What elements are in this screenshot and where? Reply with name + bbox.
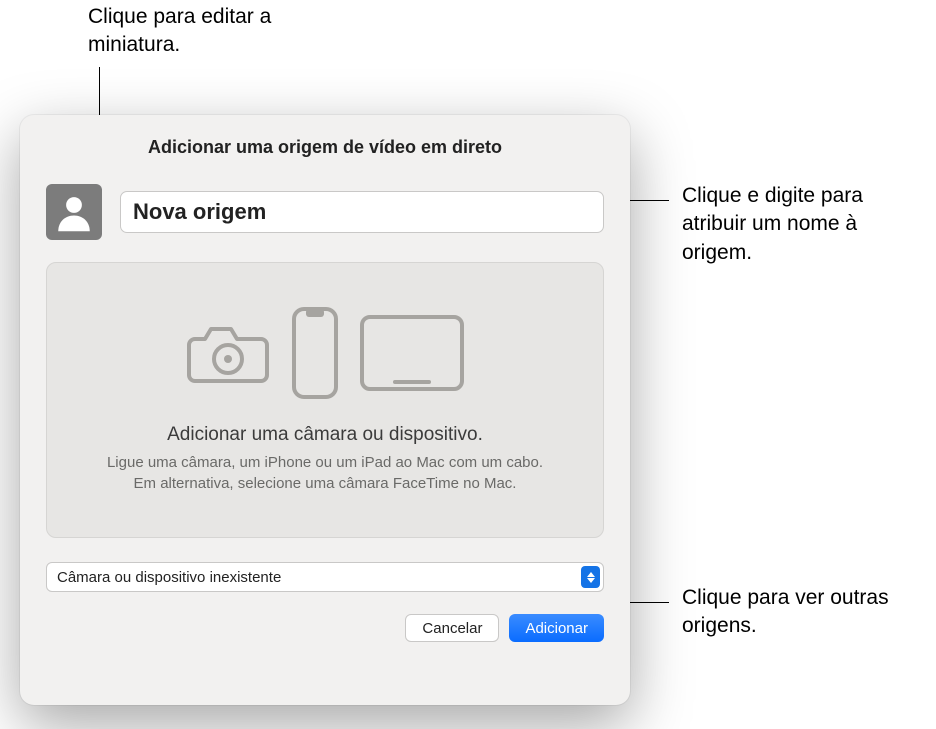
cancel-button[interactable]: Cancelar — [405, 614, 499, 642]
camera-icon — [185, 319, 271, 387]
thumbnail-button[interactable] — [46, 184, 102, 240]
dialog-add-video-source: Adicionar uma origem de vídeo em direto — [20, 115, 630, 705]
source-name-input[interactable] — [120, 191, 604, 233]
camera-device-dropdown[interactable]: Câmara ou dispositivo inexistente — [46, 562, 604, 592]
chevron-updown-icon — [581, 566, 600, 588]
device-panel: Adicionar uma câmara ou dispositivo. Lig… — [46, 262, 604, 538]
header-row — [46, 184, 604, 240]
iphone-icon — [291, 306, 339, 400]
person-silhouette-icon — [53, 191, 95, 233]
callout-thumbnail: Clique para editar a miniatura. — [88, 3, 338, 60]
callout-sources: Clique para ver outras origens. — [682, 584, 932, 641]
dropdown-selected-label: Câmara ou dispositivo inexistente — [57, 569, 281, 586]
ipad-icon — [359, 314, 465, 392]
callout-name: Clique e digite para atribuir um nome à … — [682, 182, 932, 267]
panel-subtext-2: Em alternativa, selecione uma câmara Fac… — [134, 473, 517, 494]
dialog-button-row: Cancelar Adicionar — [46, 614, 604, 642]
device-icon-row — [185, 306, 465, 400]
dialog-title: Adicionar uma origem de vídeo em direto — [46, 137, 604, 158]
add-button[interactable]: Adicionar — [509, 614, 604, 642]
panel-heading: Adicionar uma câmara ou dispositivo. — [167, 424, 483, 446]
panel-subtext-1: Ligue uma câmara, um iPhone ou um iPad a… — [107, 452, 543, 473]
